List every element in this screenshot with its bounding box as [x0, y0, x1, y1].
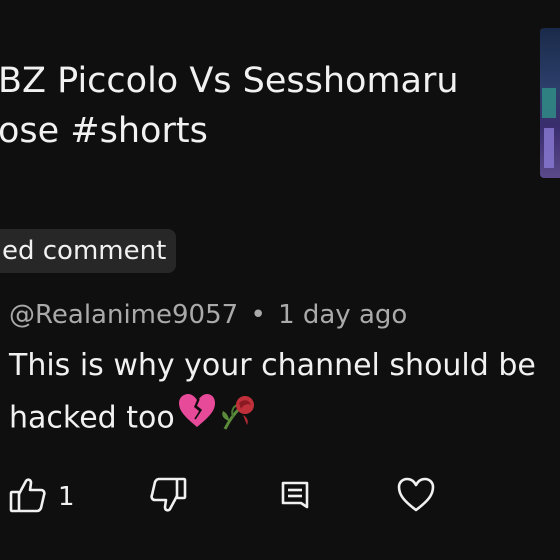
comment-actions: 1	[0, 472, 560, 522]
video-title[interactable]: BZ Piccolo Vs Sesshomaru ose #shorts	[0, 56, 518, 156]
comment-time: 1 day ago	[278, 300, 408, 330]
comment-body: This is why your channel should be hacke…	[9, 341, 560, 447]
video-thumbnail[interactable]	[540, 28, 560, 178]
thumbs-up-icon	[8, 475, 48, 519]
dislike-button[interactable]	[148, 472, 188, 522]
video-title-line-2: ose #shorts	[0, 111, 208, 151]
comment-author[interactable]: @Realanime9057	[9, 300, 238, 330]
meta-separator: •	[250, 300, 266, 330]
highlighted-comment-chip[interactable]: ed comment	[0, 229, 177, 273]
thumbnail-detail	[542, 88, 556, 118]
thumbs-down-icon	[148, 475, 188, 519]
thumbnail-detail	[544, 128, 554, 168]
comment-meta: @Realanime9057 • 1 day ago	[9, 296, 407, 334]
reply-icon	[277, 475, 313, 519]
heart-icon	[396, 475, 436, 519]
like-count: 1	[58, 482, 75, 512]
comment-text-line-2-text: hacked too	[9, 400, 175, 436]
broken-heart-emoji	[177, 393, 217, 445]
reply-button[interactable]	[277, 472, 313, 522]
heart-button[interactable]	[396, 472, 436, 522]
video-title-line-1: BZ Piccolo Vs Sesshomaru	[0, 61, 459, 101]
comment-detail-screen: BZ Piccolo Vs Sesshomaru ose #shorts ed …	[0, 0, 560, 560]
comment-text-line-1: This is why your channel should be	[9, 348, 536, 383]
like-button[interactable]: 1	[8, 472, 75, 522]
comment-text-line-2: hacked too	[9, 391, 560, 447]
wilted-rose-emoji	[219, 391, 259, 447]
